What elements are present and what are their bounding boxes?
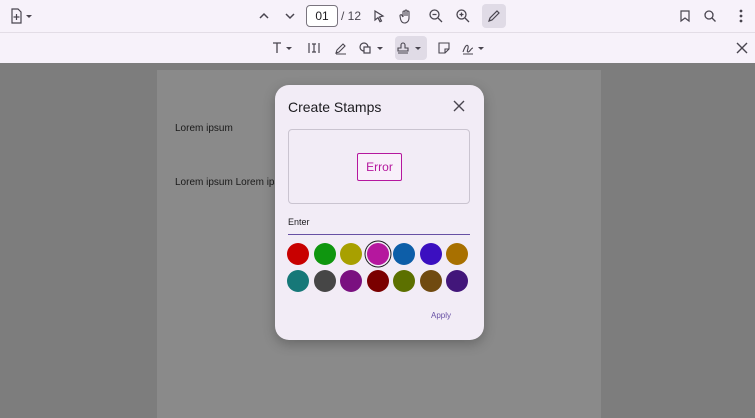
create-stamps-dialog: Create Stamps Error Apply: [275, 85, 484, 340]
stamp-text-input[interactable]: [288, 217, 470, 227]
color-swatch[interactable]: [340, 270, 362, 292]
zoom-out-icon: [429, 9, 443, 23]
document-text-line: Lorem ipsum Lorem ipsu: [175, 177, 286, 188]
apply-button[interactable]: Apply: [431, 311, 451, 320]
text-markup-button[interactable]: [270, 36, 296, 60]
more-options-button[interactable]: [731, 4, 751, 28]
pan-tool-button[interactable]: [396, 4, 416, 28]
file-add-icon: [11, 8, 32, 24]
more-vertical-icon: [739, 9, 743, 23]
color-swatch[interactable]: [419, 270, 442, 292]
chevron-up-icon: [259, 12, 269, 19]
free-text-button[interactable]: [305, 36, 323, 60]
bookmark-icon: [680, 10, 690, 23]
page-total-label: / 12: [341, 9, 362, 23]
next-page-button[interactable]: [280, 4, 300, 28]
stamp-preview-text: Error: [357, 153, 402, 181]
page-number-input[interactable]: 01: [306, 5, 338, 27]
zoom-out-button[interactable]: [426, 4, 446, 28]
color-swatch[interactable]: [366, 243, 389, 265]
color-swatch[interactable]: [340, 243, 362, 265]
close-icon: [736, 42, 748, 54]
hand-icon: [399, 9, 410, 24]
annotation-toolbar: [0, 32, 755, 63]
color-swatch[interactable]: [313, 270, 336, 292]
dialog-close-button[interactable]: [451, 98, 467, 114]
color-swatch[interactable]: [366, 270, 389, 292]
stamp-icon: [397, 42, 421, 54]
bookmark-button[interactable]: [675, 4, 695, 28]
dialog-title: Create Stamps: [288, 99, 382, 115]
color-swatch[interactable]: [446, 270, 468, 292]
close-icon: [453, 100, 465, 112]
pencil-icon: [488, 10, 500, 22]
color-swatch[interactable]: [393, 270, 415, 292]
previous-page-button[interactable]: [254, 4, 274, 28]
search-button[interactable]: [700, 4, 720, 28]
shapes-button[interactable]: [358, 36, 386, 60]
shapes-icon: [359, 42, 383, 54]
main-toolbar: 01 / 12: [0, 0, 755, 32]
sticky-note-icon: [438, 42, 450, 54]
text-icon: [273, 42, 292, 53]
signature-icon: [462, 44, 484, 55]
signature-pen-icon: [335, 43, 346, 55]
cursor-icon: [374, 9, 385, 23]
ink-button[interactable]: [332, 36, 350, 60]
color-swatch[interactable]: [313, 243, 336, 265]
search-icon: [704, 10, 716, 22]
close-toolbar-button[interactable]: [733, 36, 751, 60]
color-swatch[interactable]: [287, 270, 309, 292]
stamp-text-field[interactable]: [288, 213, 470, 235]
color-swatch[interactable]: [419, 243, 442, 265]
stamp-button[interactable]: [395, 36, 427, 60]
color-swatch[interactable]: [393, 243, 415, 265]
zoom-in-button[interactable]: [453, 4, 473, 28]
color-swatch[interactable]: [287, 243, 309, 265]
sticky-note-button[interactable]: [435, 36, 453, 60]
color-swatch[interactable]: [446, 243, 468, 265]
document-text-line: Lorem ipsum: [175, 123, 233, 134]
signature-button[interactable]: [461, 36, 489, 60]
stamp-preview: Error: [288, 129, 470, 204]
zoom-in-icon: [456, 9, 470, 23]
annotation-mode-button[interactable]: [482, 4, 506, 28]
file-menu-button[interactable]: [8, 4, 36, 28]
text-box-icon: [308, 43, 320, 53]
select-tool-button[interactable]: [369, 4, 389, 28]
chevron-down-icon: [285, 13, 295, 20]
